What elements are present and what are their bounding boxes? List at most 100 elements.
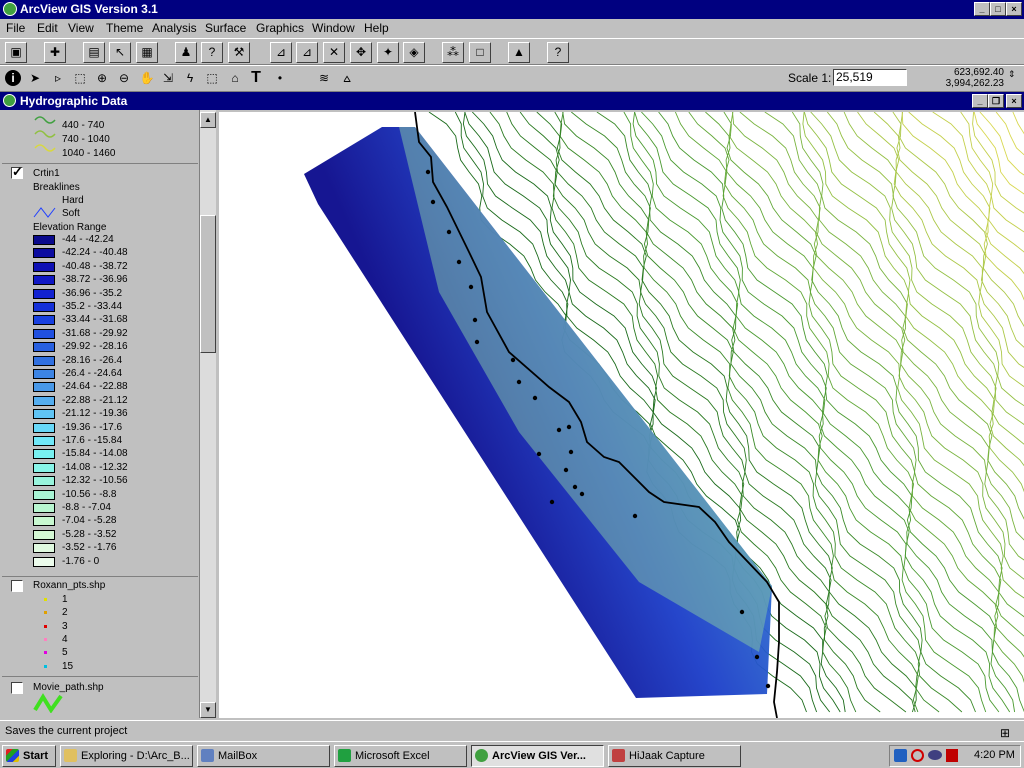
toc-divider xyxy=(2,676,198,677)
minimize-button[interactable]: _ xyxy=(974,2,990,16)
tray-no-icon[interactable] xyxy=(911,749,924,762)
elevation-range-item: -10.56 - -8.8 xyxy=(62,488,117,500)
pan-hand-icon[interactable]: ✋ xyxy=(137,68,157,88)
view-minimize-button[interactable]: _ xyxy=(972,94,988,108)
map-view[interactable] xyxy=(219,112,1024,718)
contour-tool-icon[interactable]: ≋ xyxy=(314,68,334,88)
task-mailbox[interactable]: MailBox xyxy=(197,745,330,767)
save-project-button[interactable]: ▣ xyxy=(5,42,27,63)
measure-icon[interactable]: ⇲ xyxy=(158,68,178,88)
select-features-button[interactable]: ⁂ xyxy=(442,42,464,63)
zoom-out-button[interactable]: ✦ xyxy=(377,42,399,63)
clear-selection-button[interactable]: □ xyxy=(469,42,491,63)
label-icon[interactable]: ⌂ xyxy=(225,68,245,88)
zoom-full-extent-button[interactable]: ⊿ xyxy=(270,42,292,63)
profile-tool-icon[interactable]: ⩟ xyxy=(337,68,357,88)
view-restore-button[interactable]: ❐ xyxy=(988,94,1004,108)
zoom-selected-button[interactable]: ✕ xyxy=(323,42,345,63)
menu-window[interactable]: Window xyxy=(312,19,355,38)
menu-analysis[interactable]: Analysis xyxy=(152,19,197,38)
contour-line xyxy=(973,112,1024,195)
area-of-interest-icon[interactable]: ⬚ xyxy=(202,68,222,88)
add-theme-button[interactable]: ✚ xyxy=(44,42,66,63)
windows-logo-icon xyxy=(6,749,19,762)
breaklines-label: Breaklines xyxy=(33,182,80,193)
scroll-thumb[interactable] xyxy=(200,215,216,353)
contour-line xyxy=(1012,112,1024,135)
zoom-active-themes-button[interactable]: ⊿ xyxy=(296,42,318,63)
menu-file[interactable]: File xyxy=(6,19,25,38)
3d-button[interactable]: ▲ xyxy=(508,42,530,63)
contour-range-label: 740 - 1040 xyxy=(62,134,110,145)
theme-properties-button[interactable]: ▤ xyxy=(83,42,105,63)
menu-help[interactable]: Help xyxy=(364,19,389,38)
elevation-range-item: -17.6 - -15.84 xyxy=(62,435,123,446)
tray-speaker-icon[interactable] xyxy=(946,749,958,762)
tray-eye-icon[interactable] xyxy=(928,750,942,760)
zoom-previous-button[interactable]: ◈ xyxy=(403,42,425,63)
task-excel[interactable]: Microsoft Excel xyxy=(334,745,467,767)
button-bar: ▣ ✚ ▤ ↖ ▦ ♟ ? ⚒ ⊿ ⊿ ✕ ✥ ✦ ◈ ⁂ □ ▲ ? xyxy=(0,38,1024,65)
resize-grip-icon[interactable]: ⊞ xyxy=(1000,723,1010,743)
elevation-range-item: -26.4 - -24.64 xyxy=(62,368,123,379)
identify-icon[interactable]: i xyxy=(5,70,21,86)
zoom-in-icon[interactable]: ⊕ xyxy=(92,68,112,88)
find-button[interactable]: ♟ xyxy=(175,42,197,63)
roxann-point-symbol xyxy=(44,637,47,641)
query-builder-button[interactable]: ⚒ xyxy=(228,42,250,63)
view-close-button[interactable]: × xyxy=(1006,94,1022,108)
vertex-edit-icon[interactable]: ▹ xyxy=(48,68,68,88)
elevation-swatch xyxy=(33,342,55,353)
maximize-button[interactable]: □ xyxy=(990,2,1006,16)
rock-marker xyxy=(446,229,452,235)
scroll-up-button[interactable]: ▲ xyxy=(200,112,216,128)
crtin1-theme-name[interactable]: Crtin1 xyxy=(33,168,60,180)
locate-button[interactable]: ? xyxy=(201,42,223,63)
hotlink-icon[interactable]: ϟ xyxy=(180,68,200,88)
map-canvas[interactable] xyxy=(219,112,1024,718)
elevation-range-item: -44 - -42.24 xyxy=(62,234,114,245)
start-label: Start xyxy=(23,750,49,762)
roxann-theme-name[interactable]: Roxann_pts.shp xyxy=(33,580,105,592)
roxann-point-symbol xyxy=(44,598,47,601)
menu-edit[interactable]: Edit xyxy=(37,19,58,38)
crtin1-visibility-checkbox[interactable]: ✓ xyxy=(11,164,23,179)
text-tool-icon[interactable]: T xyxy=(246,68,266,88)
close-button[interactable]: × xyxy=(1006,2,1022,16)
scroll-down-button[interactable]: ▼ xyxy=(200,702,216,718)
contour-line xyxy=(873,112,1024,369)
elevation-range-item: -8.8 - -7.04 xyxy=(62,502,111,513)
task-hijaak[interactable]: HiJaak Capture xyxy=(608,745,741,767)
menu-graphics[interactable]: Graphics xyxy=(256,19,304,38)
roxann-visibility-checkbox[interactable] xyxy=(11,580,23,592)
pointer-icon[interactable]: ➤ xyxy=(25,68,45,88)
elevation-swatch xyxy=(33,275,55,286)
task-arcview[interactable]: ArcView GIS Ver... xyxy=(471,745,604,767)
elevation-range-item: -5.28 - -3.52 xyxy=(62,528,117,540)
movie-path-visibility-checkbox[interactable] xyxy=(11,682,23,694)
tray-app-icon[interactable] xyxy=(894,749,907,762)
edit-legend-button[interactable]: ↖ xyxy=(109,42,131,63)
menu-view[interactable]: View xyxy=(68,19,94,38)
open-table-button[interactable]: ▦ xyxy=(136,42,158,63)
help-button[interactable]: ? xyxy=(547,42,569,63)
roxann-point-symbol xyxy=(44,664,47,668)
draw-point-icon[interactable]: • xyxy=(270,68,290,88)
task-exploring[interactable]: Exploring - D:\Arc_B... xyxy=(60,745,193,767)
zoom-in-button[interactable]: ✥ xyxy=(350,42,372,63)
rock-marker xyxy=(430,199,436,205)
start-button[interactable]: Start xyxy=(2,745,56,767)
menu-surface[interactable]: Surface xyxy=(205,19,246,38)
task-label: Exploring - D:\Arc_B... xyxy=(81,750,190,762)
rock-marker xyxy=(472,317,478,323)
zoom-out-icon[interactable]: ⊖ xyxy=(114,68,134,88)
toc-scrollbar[interactable]: ▲ ▼ xyxy=(200,110,216,718)
scale-input[interactable]: 25,519 xyxy=(833,69,907,86)
select-feature-icon[interactable]: ⬚ xyxy=(70,68,90,88)
menu-theme[interactable]: Theme xyxy=(106,19,143,38)
elevation-range-item: -29.92 - -28.16 xyxy=(62,341,128,353)
elevation-swatch xyxy=(33,556,55,567)
roxann-value-item: 4 xyxy=(62,633,68,645)
elevation-swatch xyxy=(33,382,55,393)
movie-path-line-icon xyxy=(33,693,63,713)
